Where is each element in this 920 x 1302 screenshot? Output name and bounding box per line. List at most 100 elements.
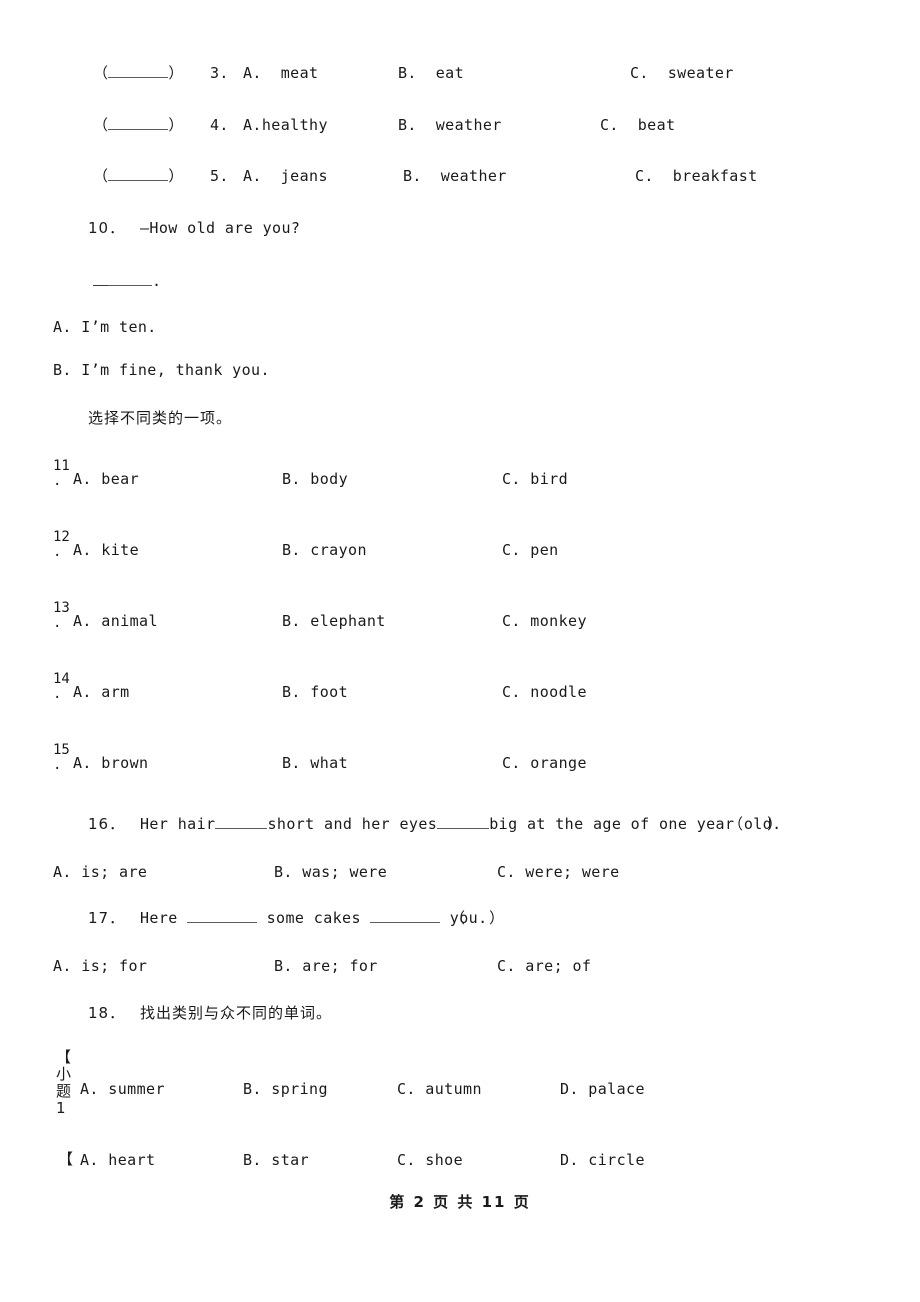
worksheet-page: （） 3. A. meat B. eat C. sweater （） 4. A.… [0,0,920,1302]
option-11a[interactable]: A. bear [73,470,139,488]
question-number-13: 13. [53,601,75,631]
question-number-12: 12. [53,530,75,560]
close-paren: ） [168,116,184,134]
close-paren: ） [168,64,184,82]
marker-bracket-icon: 【 [58,1150,74,1168]
option-4a[interactable]: A.healthy [243,116,328,134]
sub-question-2-marker: 【 [58,1151,82,1168]
sub1-option-a[interactable]: A. summer [80,1080,165,1098]
section-instruction: 选择不同类的一项。 [88,409,233,427]
number-digits: 15 [53,742,70,758]
marker-char-1: 小 [56,1065,72,1083]
q16-text-part1: Her hair [140,815,216,833]
option-5c[interactable]: C. breakfast [635,167,758,185]
option-17a[interactable]: A. is; for [53,957,147,975]
option-12b[interactable]: B. crayon [282,541,367,559]
option-3c[interactable]: C. sweater [630,64,734,82]
question-number-5: 5. [210,167,229,185]
option-3a[interactable]: A. meat [243,64,318,82]
option-13b[interactable]: B. elephant [282,612,386,630]
option-3b[interactable]: B. eat [398,64,464,82]
bracket-answer-5[interactable]: （） [93,167,184,185]
option-11c[interactable]: C. bird [502,470,568,488]
number-dot: . [53,686,62,702]
question-10-option-b[interactable]: B. I’m fine, thank you. [53,361,270,379]
question-16-answer-paren[interactable]: （ ） [728,815,783,833]
option-13a[interactable]: A. animal [73,612,158,630]
question-number-14: 14. [53,672,75,702]
number-digits: 12 [53,529,70,545]
option-15a[interactable]: A. brown [73,754,148,772]
number-dot: . [53,615,62,631]
question-18-instruction: 找出类别与众不同的单词。 [140,1004,333,1022]
sub2-option-d[interactable]: D. circle [560,1151,645,1169]
bracket-answer-3[interactable]: （） [93,64,184,82]
sub1-option-d[interactable]: D. palace [560,1080,645,1098]
option-5b[interactable]: B. weather [403,167,507,185]
open-paren: （ [93,167,109,185]
option-12a[interactable]: A. kite [73,541,139,559]
number-dot: . [53,473,62,489]
question-10-answer-line[interactable]: . [93,272,161,290]
question-10-number: 10． [88,219,126,237]
option-16c[interactable]: C. were; were [497,863,620,881]
option-15b[interactable]: B. what [282,754,348,772]
marker-char-2: 题1 [56,1082,72,1117]
sub1-option-b[interactable]: B. spring [243,1080,328,1098]
option-16a[interactable]: A. is; are [53,863,147,881]
option-11b[interactable]: B. body [282,470,348,488]
number-digits: 14 [53,671,70,687]
option-4b[interactable]: B. weather [398,116,502,134]
q16-blank-2[interactable] [437,815,490,829]
q17-blank-1[interactable] [187,909,258,923]
option-14c[interactable]: C. noodle [502,683,587,701]
sub2-option-c[interactable]: C. shoe [397,1151,463,1169]
option-4c[interactable]: C. beat [600,116,675,134]
question-16-text: Her hair short and her eyes big at the age… [140,815,782,833]
option-14b[interactable]: B. foot [282,683,348,701]
option-17b[interactable]: B. are; for [274,957,378,975]
q17-text-part1: Here [140,909,178,927]
question-10-option-a[interactable]: A. I’m ten. [53,318,157,336]
question-17-text: Here some cakes you. [140,909,488,927]
q16-blank-1[interactable] [215,815,268,829]
number-digits: 13 [53,600,70,616]
question-17-number: 17． [88,909,126,927]
question-17-answer-paren[interactable]: （ ） [450,909,505,927]
sub2-option-a[interactable]: A. heart [80,1151,155,1169]
question-number-15: 15. [53,743,75,773]
question-number-11: 11. [53,459,75,489]
option-13c[interactable]: C. monkey [502,612,587,630]
number-digits: 11 [53,458,70,474]
sub2-option-b[interactable]: B. star [243,1151,309,1169]
bracket-answer-4[interactable]: （） [93,116,184,134]
number-dot: . [53,757,62,773]
question-16-number: 16． [88,815,126,833]
option-12c[interactable]: C. pen [502,541,559,559]
open-paren: （ [93,64,109,82]
period: . [152,272,162,290]
answer-blank[interactable] [108,64,169,78]
em-dash [93,277,108,286]
sub-question-1-marker: 【 小 题1 [56,1049,80,1117]
sub1-option-c[interactable]: C. autumn [397,1080,482,1098]
q17-text-part2: some cakes [266,909,361,927]
page-footer: 第 2 页 共 11 页 [389,1193,531,1211]
option-16b[interactable]: B. was; were [274,863,387,881]
marker-bracket-icon: 【 [56,1048,72,1066]
option-14a[interactable]: A. arm [73,683,130,701]
question-18-number: 18． [88,1004,126,1022]
question-10-prompt: —How old are you? [140,219,301,237]
answer-blank[interactable] [108,116,169,130]
q16-text-part2: short and her eyes [267,815,438,833]
q17-blank-2[interactable] [370,909,441,923]
close-paren: ） [168,167,184,185]
open-paren: （ [93,116,109,134]
option-5a[interactable]: A. jeans [243,167,328,185]
question-number-4: 4. [210,116,229,134]
answer-blank[interactable] [108,167,169,181]
question-number-3: 3. [210,64,229,82]
option-15c[interactable]: C. orange [502,754,587,772]
option-17c[interactable]: C. are; of [497,957,591,975]
answer-blank[interactable] [108,272,152,286]
